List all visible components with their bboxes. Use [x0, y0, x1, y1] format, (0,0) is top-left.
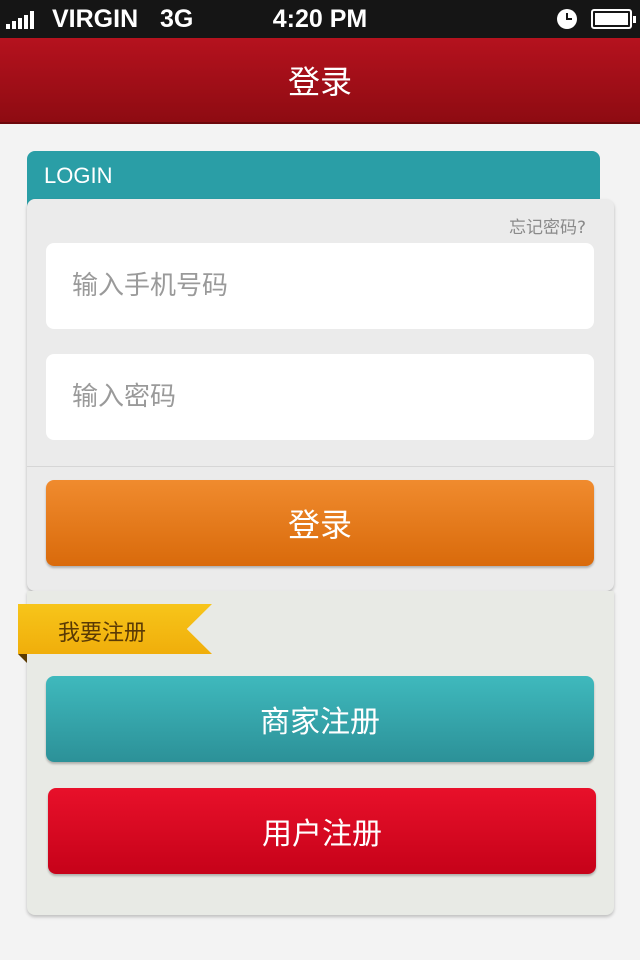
password-input[interactable] — [46, 354, 594, 440]
phone-input[interactable] — [46, 243, 594, 329]
user-register-button[interactable]: 用户注册 — [48, 788, 596, 874]
nav-bar: 登录 — [0, 38, 640, 124]
clock-icon — [557, 9, 577, 29]
page-title: 登录 — [287, 63, 352, 101]
status-time: 4:20 PM — [272, 5, 368, 33]
forgot-password-link[interactable]: 忘记密码? — [509, 213, 586, 238]
ribbon-fold — [18, 654, 27, 663]
status-bar: VIRGIN 3G 4:20 PM — [0, 0, 640, 38]
register-ribbon: 我要注册 — [18, 604, 212, 663]
merchant-register-button[interactable]: 商家注册 — [46, 676, 594, 762]
login-tab-label: LOGIN — [44, 163, 113, 188]
register-ribbon-label: 我要注册 — [58, 621, 147, 646]
divider — [27, 466, 614, 467]
login-card: 忘记密码? 登录 — [27, 199, 614, 591]
login-button[interactable]: 登录 — [46, 480, 594, 566]
battery-icon — [591, 9, 636, 29]
